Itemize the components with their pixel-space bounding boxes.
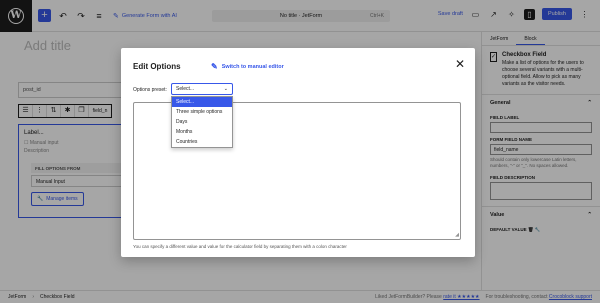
dropdown-option[interactable]: Select... — [172, 97, 232, 107]
options-preset-select[interactable]: Select... ⌄ — [171, 83, 233, 95]
chevron-down-icon: ⌄ — [223, 86, 228, 92]
switch-manual-editor-button[interactable]: ✎ Switch to manual editor — [211, 62, 284, 71]
dropdown-option[interactable]: Three simple options — [172, 107, 232, 117]
edit-options-modal: Edit Options ✎ Switch to manual editor ✕… — [121, 48, 475, 257]
options-preset-dropdown: Select... Three simple options Days Mont… — [171, 96, 233, 148]
close-icon[interactable]: ✕ — [455, 58, 465, 70]
options-hint: You can specify a different value and va… — [133, 244, 347, 249]
resize-handle-icon[interactable]: ◢ — [455, 232, 459, 238]
pen-icon: ✎ — [211, 62, 218, 71]
options-preset-value: Select... — [176, 86, 195, 92]
switch-manual-editor-label: Switch to manual editor — [221, 63, 284, 70]
modal-title: Edit Options — [133, 62, 181, 71]
options-preset-label: Options preset: — [133, 87, 167, 93]
dropdown-option[interactable]: Days — [172, 117, 232, 127]
dropdown-option[interactable]: Countries — [172, 137, 232, 147]
dropdown-option[interactable]: Months — [172, 127, 232, 137]
